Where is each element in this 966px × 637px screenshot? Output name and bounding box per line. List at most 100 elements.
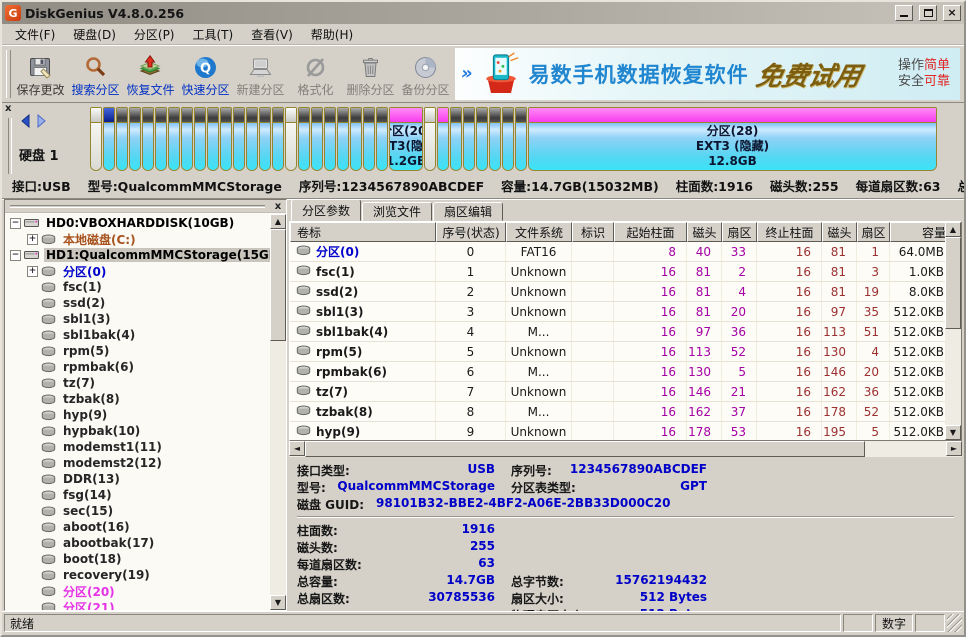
partition-bar-20[interactable]: 分区(20)EXT3(隐藏)1.2GB [389, 107, 423, 171]
table-horizontal-scrollbar[interactable]: ◄ ► [289, 441, 962, 457]
tab-browse-files[interactable]: 浏览文件 [362, 202, 432, 221]
ad-banner[interactable]: » 易数手机数据恢复软件 免费试用 操作简单安全可靠 [455, 48, 960, 100]
tree-item-hd0[interactable]: −HD0:VBOXHARDDISK(10GB) [5, 215, 286, 231]
tree-item-abootbak-17[interactable]: abootbak(17) [5, 535, 286, 551]
partition-mini-bar[interactable] [142, 107, 154, 171]
menu-item-partition[interactable]: 分区(P) [125, 24, 184, 45]
scroll-right-icon[interactable]: ► [946, 441, 962, 456]
partition-mini-bar[interactable] [311, 107, 323, 171]
column-header-6[interactable]: 扇区 [722, 222, 757, 242]
collapse-icon[interactable]: − [10, 250, 21, 261]
scrollbar-thumb[interactable] [270, 229, 286, 341]
tree-item-ddr-13[interactable]: DDR(13) [5, 471, 286, 487]
tree-item-aboot-16[interactable]: aboot(16) [5, 519, 286, 535]
menu-item-view[interactable]: 查看(V) [242, 24, 302, 45]
partition-row[interactable]: 分区(0)0FAT16840331681164.0MB [290, 242, 945, 262]
partition-mini-bar[interactable] [324, 107, 336, 171]
column-header-10[interactable]: 容量 [890, 222, 945, 242]
tree-panel-close-icon[interactable]: x [270, 201, 286, 212]
close-button[interactable]: × [943, 5, 961, 21]
partition-mini-bar[interactable] [233, 107, 245, 171]
tree-item-hd1[interactable]: −HD1:QualcommMMCStorage(15GB) [5, 247, 286, 263]
partition-mini-bar[interactable] [220, 107, 232, 171]
scroll-up-icon[interactable]: ▲ [945, 222, 961, 237]
expand-icon[interactable]: + [27, 266, 38, 277]
disk-panel-close-icon[interactable]: x [5, 103, 11, 114]
column-header-8[interactable]: 磁头 [822, 222, 857, 242]
partition-mini-bar[interactable] [194, 107, 206, 171]
prev-disk-button[interactable] [19, 114, 32, 131]
collapse-icon[interactable]: − [10, 218, 21, 229]
menu-item-disk[interactable]: 硬盘(D) [64, 24, 125, 45]
partition-mini-bar[interactable] [298, 107, 310, 171]
tree-item-fsg-14[interactable]: fsg(14) [5, 487, 286, 503]
toolbar-grip[interactable] [6, 50, 11, 98]
partition-row[interactable]: hyp(9)9Unknown1617853161955512.0KB [290, 422, 945, 440]
tree-item-sec-15[interactable]: sec(15) [5, 503, 286, 519]
tree-item-sbl1-3[interactable]: sbl1(3) [5, 311, 286, 327]
partition-row[interactable]: tzbak(8)8M...16162371617852512.0KB [290, 402, 945, 422]
column-header-0[interactable]: 卷标 [290, 222, 436, 242]
column-header-1[interactable]: 序号(状态) [436, 222, 506, 242]
tree-item-tzbak-8[interactable]: tzbak(8) [5, 391, 286, 407]
scroll-down-icon[interactable]: ▼ [270, 595, 286, 610]
tree-scrollbar[interactable]: ▲ ▼ [270, 214, 286, 610]
partition-row[interactable]: rpmbak(6)6M...1613051614620512.0KB [290, 362, 945, 382]
partition-bar-28[interactable]: 分区(28)EXT3 (隐藏)12.8GB [528, 107, 937, 171]
quick-partition-button[interactable]: Q快速分区 [178, 47, 233, 101]
tree-item-rpm-5[interactable]: rpm(5) [5, 343, 286, 359]
partition-mini-bar[interactable] [437, 107, 449, 171]
partition-mini-bar[interactable] [376, 107, 388, 171]
disk-panel-grip[interactable] [8, 118, 12, 174]
column-header-2[interactable]: 文件系统 [506, 222, 572, 242]
maximize-button[interactable] [919, 5, 937, 21]
partition-mini-bar[interactable] [207, 107, 219, 171]
scrollbar-track[interactable] [945, 329, 961, 425]
tree-item-modemst2-12[interactable]: modemst2(12) [5, 455, 286, 471]
menu-item-file[interactable]: 文件(F) [6, 24, 64, 45]
column-header-9[interactable]: 扇区 [857, 222, 890, 242]
partition-mini-bar[interactable] [463, 107, 475, 171]
scrollbar-track[interactable] [270, 341, 286, 595]
partition-row[interactable]: ssd(2)2Unknown168141681198.0KB [290, 282, 945, 302]
scroll-up-icon[interactable]: ▲ [270, 214, 286, 229]
tree-item-partition-20[interactable]: 分区(20) [5, 583, 286, 599]
resize-grip[interactable] [947, 614, 962, 632]
partition-mini-bar[interactable] [116, 107, 128, 171]
tree-item-ssd-2[interactable]: ssd(2) [5, 295, 286, 311]
partition-mini-bar[interactable] [181, 107, 193, 171]
column-header-5[interactable]: 磁头 [687, 222, 722, 242]
partition-mini-bar[interactable] [363, 107, 375, 171]
tree-item-recovery-19[interactable]: recovery(19) [5, 567, 286, 583]
partition-mini-bar[interactable] [90, 107, 102, 171]
partition-mini-bar[interactable] [424, 107, 436, 171]
tree-item-partition-21[interactable]: 分区(21) [5, 599, 286, 610]
tree-item-hypbak-10[interactable]: hypbak(10) [5, 423, 286, 439]
save-changes-button[interactable]: 保存更改 [13, 47, 68, 101]
tree-item-local-disk-c[interactable]: +本地磁盘(C:) [5, 231, 286, 247]
partition-mini-bar[interactable] [246, 107, 258, 171]
partition-mini-bar[interactable] [476, 107, 488, 171]
scrollbar-thumb[interactable] [305, 441, 865, 457]
toolbar-overflow-chevron[interactable]: » [459, 65, 474, 83]
partition-mini-bar[interactable] [155, 107, 167, 171]
partition-mini-bar[interactable] [489, 107, 501, 171]
tab-partition-params[interactable]: 分区参数 [291, 199, 361, 221]
tab-sector-edit[interactable]: 扇区编辑 [433, 202, 503, 221]
column-header-3[interactable]: 标识 [572, 222, 614, 242]
backup-partition-button[interactable]: 备份分区 [398, 47, 453, 101]
partition-mini-bar[interactable] [515, 107, 527, 171]
scrollbar-thumb[interactable] [945, 237, 961, 329]
next-disk-button[interactable] [35, 114, 48, 131]
menu-item-tools[interactable]: 工具(T) [184, 24, 243, 45]
partition-mini-bar[interactable] [259, 107, 271, 171]
scroll-left-icon[interactable]: ◄ [289, 441, 305, 456]
partition-mini-bar[interactable] [129, 107, 141, 171]
partition-row[interactable]: sbl1bak(4)4M...1697361611351512.0KB [290, 322, 945, 342]
tree-item-tz-7[interactable]: tz(7) [5, 375, 286, 391]
expand-icon[interactable]: + [27, 234, 38, 245]
minimize-button[interactable] [895, 5, 913, 21]
search-partition-button[interactable]: 搜索分区 [68, 47, 123, 101]
partition-mini-bar[interactable] [272, 107, 284, 171]
tree-item-modemst1-11[interactable]: modemst1(11) [5, 439, 286, 455]
